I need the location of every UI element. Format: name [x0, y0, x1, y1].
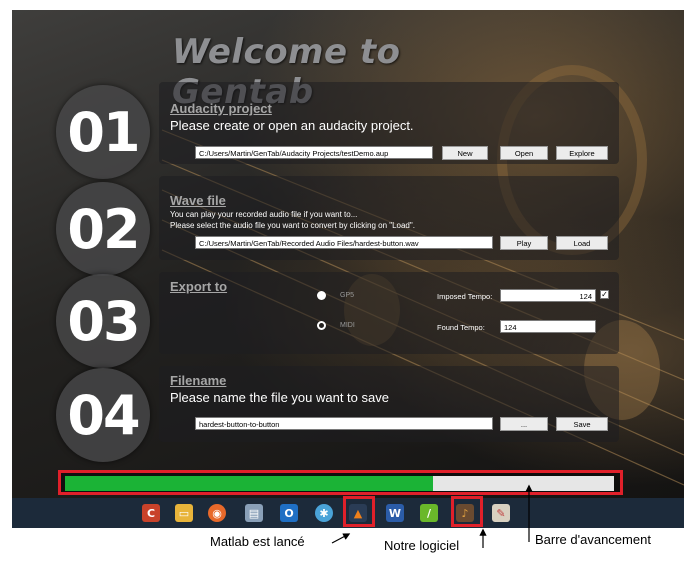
- matlab-arrow: [331, 533, 351, 544]
- progress-annotation: Barre d'avancement: [535, 532, 651, 547]
- matlab-annotation: Matlab est lancé: [210, 534, 305, 549]
- annotation-arrows: [331, 484, 533, 548]
- software-annotation: Notre logiciel: [384, 538, 460, 553]
